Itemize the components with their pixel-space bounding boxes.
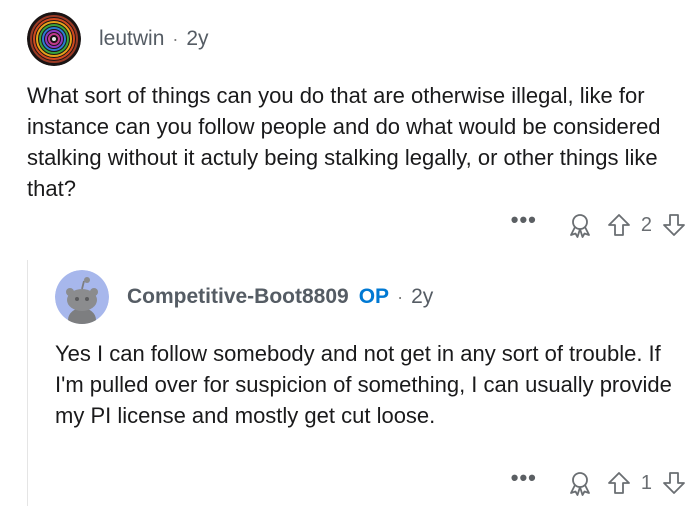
comment-actions: ••• 2 bbox=[511, 209, 686, 238]
username[interactable]: leutwin bbox=[99, 27, 164, 51]
award-icon[interactable] bbox=[567, 470, 593, 496]
award-icon[interactable] bbox=[567, 212, 593, 238]
upvote-arrow-icon[interactable] bbox=[607, 471, 631, 495]
comment-body: What sort of things can you do that are … bbox=[27, 83, 661, 201]
more-options-button[interactable]: ••• bbox=[511, 209, 537, 231]
comment-actions: ••• 1 bbox=[511, 467, 686, 496]
comment-meta: leutwin · 2y bbox=[99, 27, 209, 51]
thread-line[interactable] bbox=[27, 260, 28, 506]
user-avatar[interactable] bbox=[55, 270, 109, 324]
op-badge: OP bbox=[358, 285, 390, 308]
downvote-arrow-icon[interactable] bbox=[662, 471, 686, 495]
comment-age: 2y bbox=[186, 27, 209, 50]
user-avatar[interactable] bbox=[27, 12, 81, 66]
username[interactable]: Competitive-Boot8809 bbox=[127, 285, 349, 309]
upvote-arrow-icon[interactable] bbox=[607, 213, 631, 237]
separator-dot: · bbox=[172, 28, 179, 49]
vote-count: 1 bbox=[640, 471, 652, 494]
comment-age: 2y bbox=[411, 285, 434, 308]
vote-count: 2 bbox=[640, 213, 652, 236]
comment: leutwin · 2y What sort of things can you… bbox=[0, 0, 700, 260]
more-options-button[interactable]: ••• bbox=[511, 467, 537, 489]
downvote-arrow-icon[interactable] bbox=[662, 213, 686, 237]
snoo-avatar-icon bbox=[55, 270, 109, 324]
comment-body: Yes I can follow somebody and not get in… bbox=[55, 341, 672, 428]
comment-meta: Competitive-Boot8809 OP · 2y bbox=[127, 285, 433, 309]
concentric-rings-avatar-icon bbox=[27, 12, 81, 66]
separator-dot: · bbox=[397, 286, 404, 307]
